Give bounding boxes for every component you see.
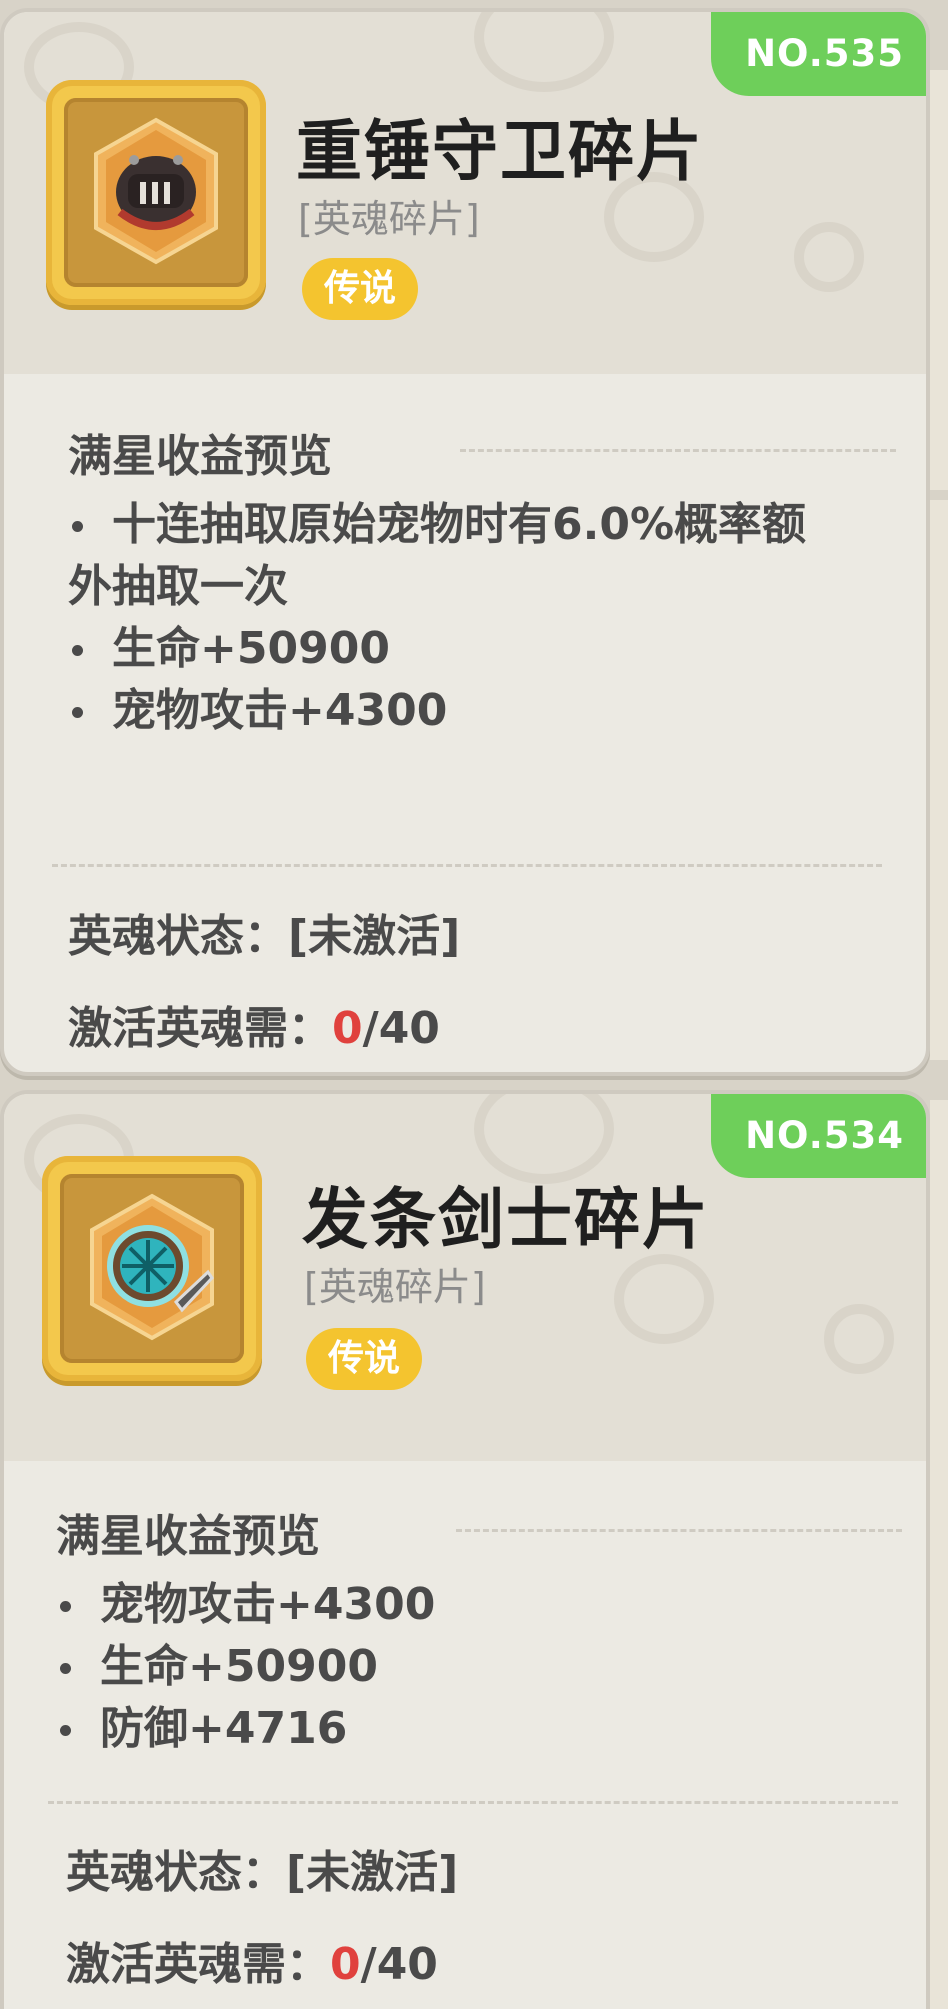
item-name: 发条剑士碎片 — [302, 1181, 710, 1258]
activation-status: 英魂状态：[未激活] — [68, 911, 461, 962]
activation-status: 英魂状态：[未激活] — [66, 1847, 459, 1898]
background-card-edge — [930, 70, 948, 490]
rarity-badge: 传说 — [306, 1328, 423, 1390]
activation-requirement: 激活英魂需：0/40 — [66, 1939, 438, 1990]
bonus-item: 生命+50900 — [68, 618, 908, 680]
bonus-item-continued: 外抽取一次 — [68, 561, 288, 612]
section-divider — [456, 1529, 902, 1532]
bonus-item: 生命+50900 — [56, 1636, 896, 1698]
bonus-item: 十连抽取原始宠物时有6.0%概率额 — [68, 494, 908, 556]
clockwork-swordsman-helmet-icon — [90, 1193, 214, 1341]
item-name: 重锤守卫碎片 — [296, 113, 704, 190]
item-category: [英魂碎片] — [298, 197, 480, 241]
section-title-full-star-preview: 满星收益预览 — [68, 431, 332, 482]
decor-swirl — [614, 1254, 714, 1344]
bonus-item: 宠物攻击+4300 — [56, 1574, 896, 1636]
background-card-edge — [930, 500, 948, 1060]
section-divider — [460, 449, 896, 452]
required-count: /40 — [362, 1003, 440, 1054]
bonus-item: 宠物攻击+4300 — [68, 680, 908, 742]
background-card-edge — [930, 1100, 948, 2009]
status-divider — [52, 864, 882, 867]
item-category: [英魂碎片] — [304, 1265, 486, 1309]
current-count: 0 — [330, 1939, 361, 1990]
status-divider — [48, 1801, 898, 1804]
number-badge: NO.535 — [711, 12, 926, 96]
item-icon-frame — [46, 80, 266, 305]
required-count: /40 — [360, 1939, 438, 1990]
activation-requirement: 激活英魂需：0/40 — [68, 1003, 440, 1054]
item-icon-frame — [42, 1156, 262, 1381]
number-badge: NO.534 — [711, 1094, 926, 1178]
fragment-card[interactable]: NO.535 重锤守卫碎片 [英魂碎片] 传说 满星收益预览 十连抽取原始宠物时… — [0, 8, 930, 1076]
decor-swirl — [824, 1304, 894, 1374]
decor-swirl — [474, 12, 614, 92]
bonus-item: 防御+4716 — [56, 1698, 896, 1760]
hammer-guard-helmet-icon — [94, 117, 218, 265]
section-title-full-star-preview: 满星收益预览 — [56, 1511, 320, 1562]
bonus-list: 十连抽取原始宠物时有6.0%概率额 外抽取一次 生命+50900 宠物攻击+43… — [68, 494, 908, 742]
decor-swirl — [794, 222, 864, 292]
fragment-card[interactable]: NO.534 发条剑士碎片 [英魂碎片] 传说 满星收益预览 宠物攻击+4300… — [0, 1090, 930, 2009]
current-count: 0 — [332, 1003, 363, 1054]
bonus-list: 宠物攻击+4300 生命+50900 防御+4716 — [56, 1574, 896, 1760]
rarity-badge: 传说 — [302, 258, 419, 320]
